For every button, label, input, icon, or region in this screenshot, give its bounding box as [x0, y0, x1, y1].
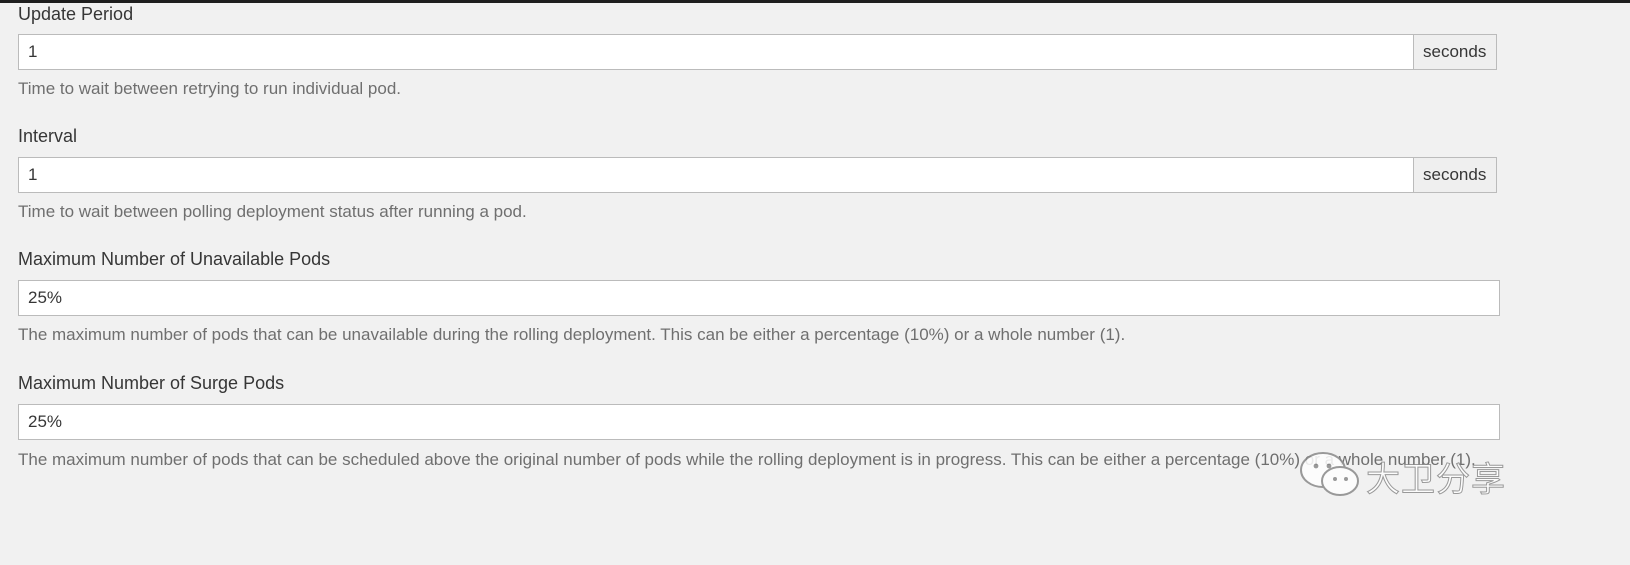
interval-label: Interval — [18, 126, 78, 146]
max-surge-pods-label: Maximum Number of Surge Pods — [18, 373, 285, 393]
top-border — [0, 0, 1630, 3]
update-period-label: Update Period — [18, 4, 134, 24]
max-unavailable-pods-help: The maximum number of pods that can be u… — [18, 325, 1126, 344]
max-surge-pods-input-group: 25% — [18, 404, 1500, 440]
watermark-text: 大卫分享 — [1366, 460, 1506, 501]
update-period-input-group: 1 seconds — [18, 34, 1497, 70]
watermark: 大卫分享 — [1298, 450, 1506, 503]
update-period-help: Time to wait between retrying to run ind… — [18, 79, 402, 98]
max-unavailable-pods-input-group: 25% — [18, 280, 1500, 316]
interval-help: Time to wait between polling deployment … — [18, 202, 527, 221]
interval-input-group: 1 seconds — [18, 157, 1497, 193]
update-period-input[interactable]: 1 — [18, 34, 1414, 70]
max-unavailable-pods-label: Maximum Number of Unavailable Pods — [18, 249, 331, 269]
max-surge-pods-input[interactable]: 25% — [18, 404, 1500, 440]
interval-input[interactable]: 1 — [18, 157, 1414, 193]
interval-unit-addon: seconds — [1414, 157, 1497, 193]
wechat-icon — [1298, 450, 1362, 503]
update-period-unit-addon: seconds — [1414, 34, 1497, 70]
max-unavailable-pods-input[interactable]: 25% — [18, 280, 1500, 316]
